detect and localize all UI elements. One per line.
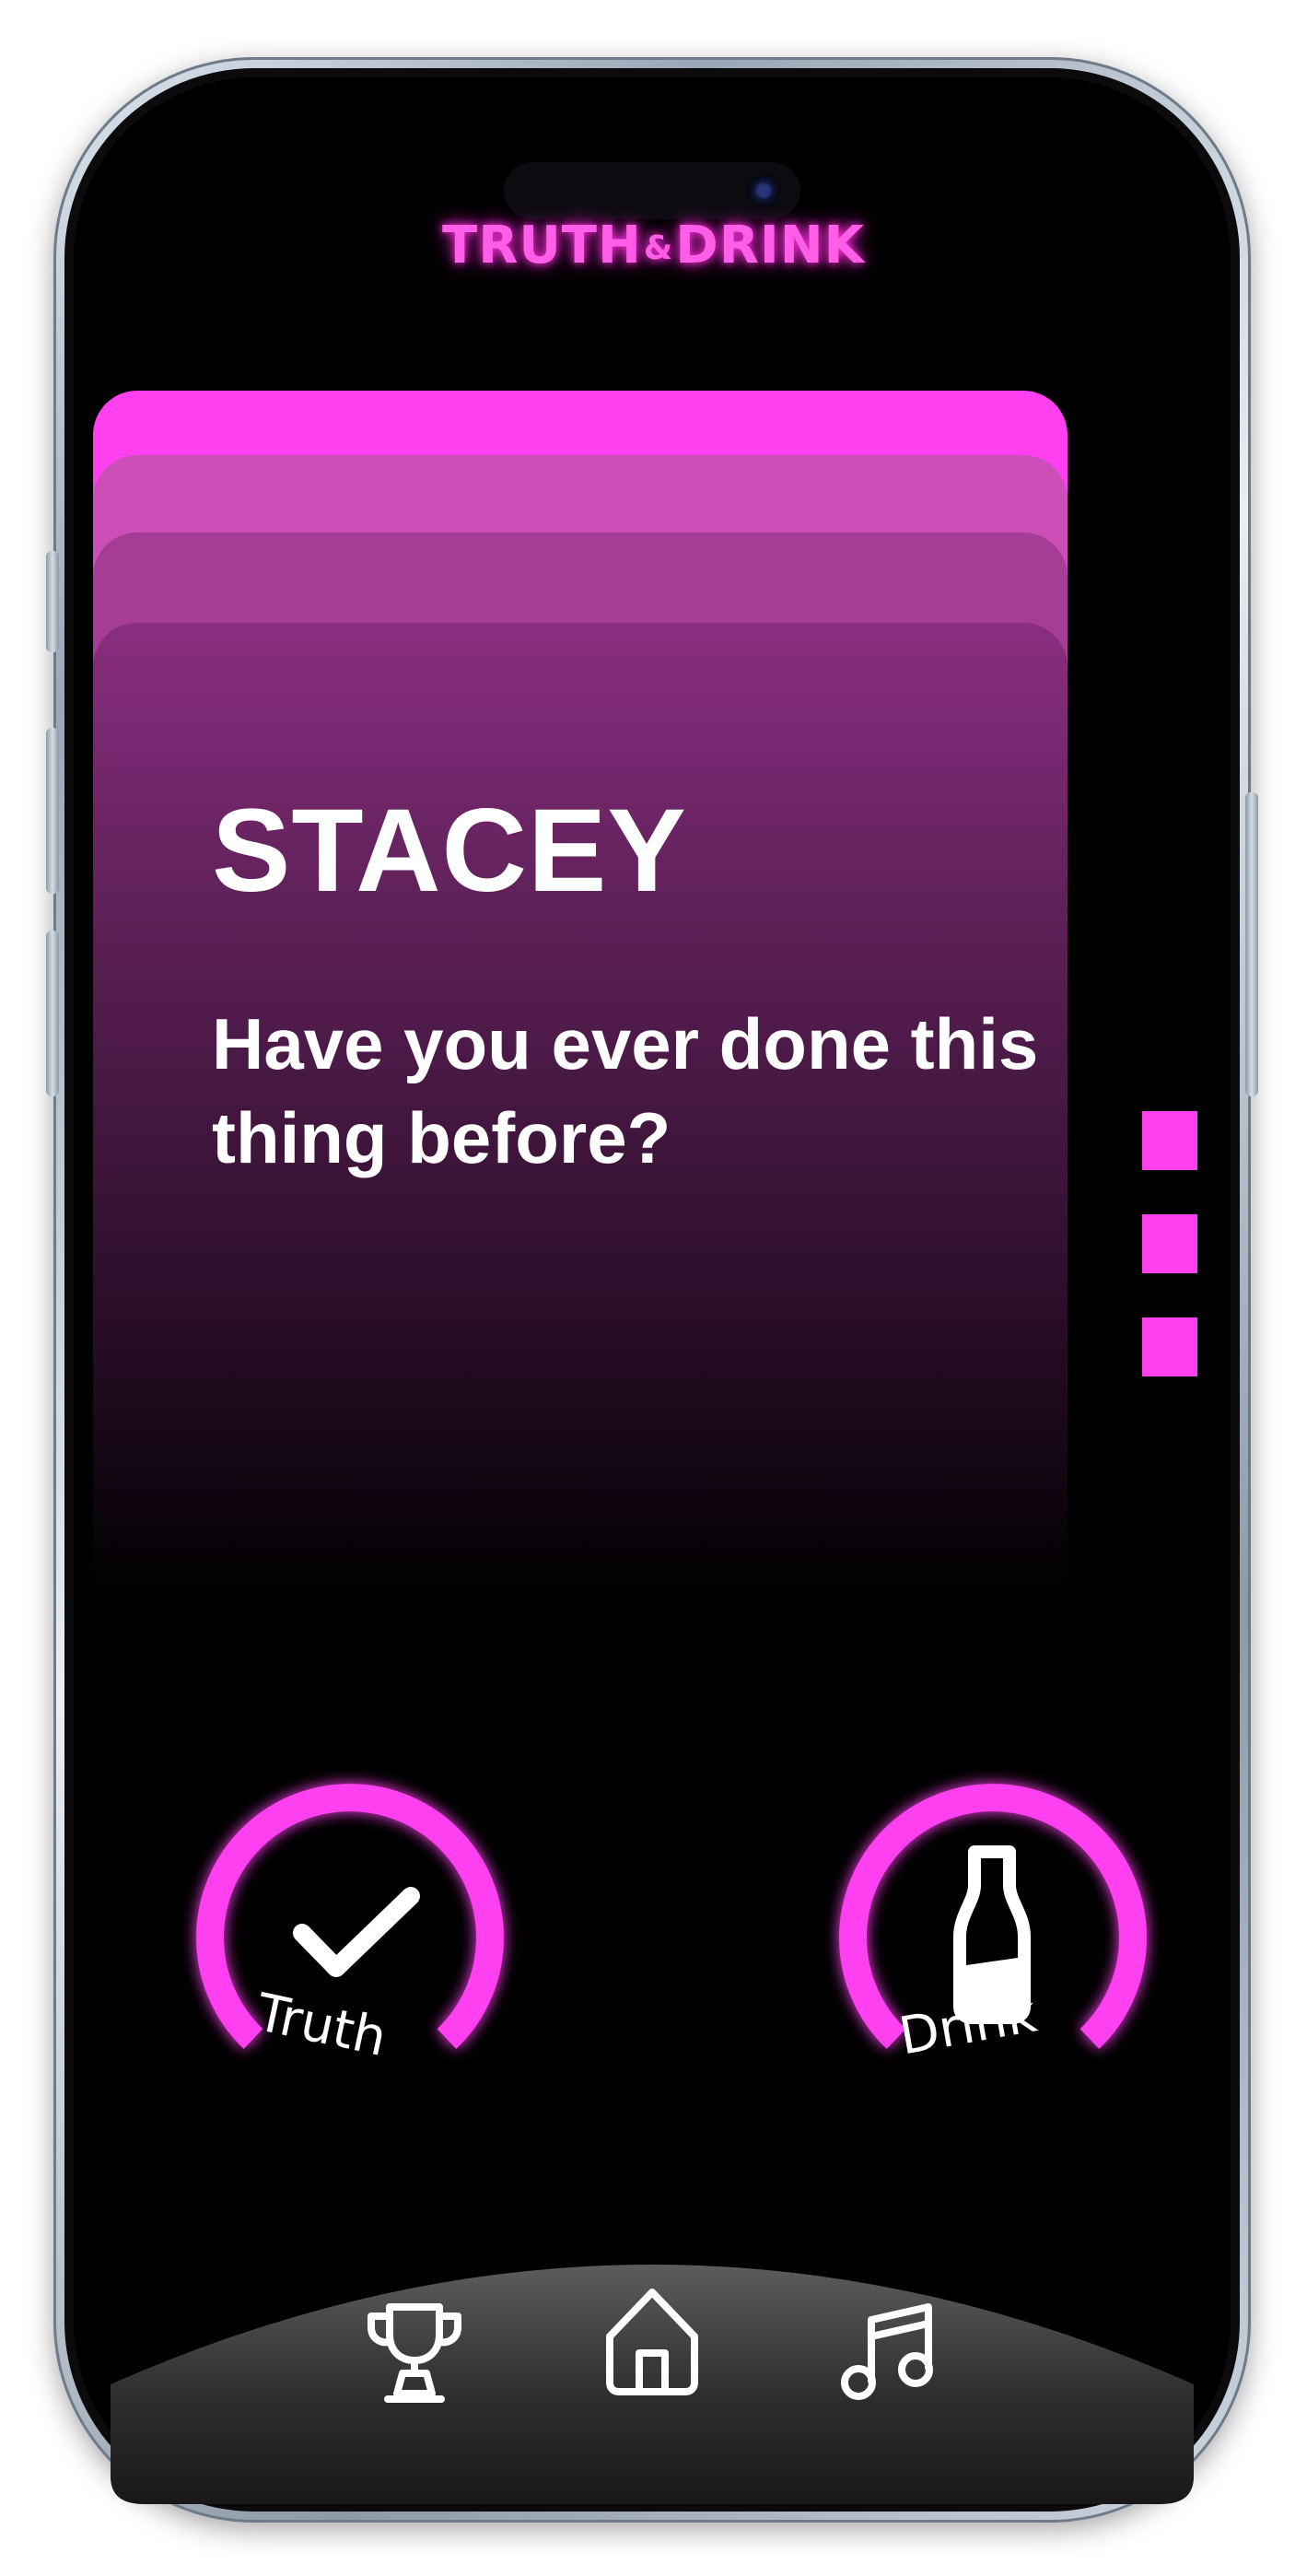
trophy-icon [368, 2303, 461, 2403]
decor-stripe-right [1142, 1317, 1197, 1376]
nav-home[interactable] [601, 2283, 704, 2397]
decor-stripe-right [1142, 1111, 1197, 1170]
volume-up-button [46, 728, 59, 894]
checkmark-icon [293, 1887, 420, 1977]
action-button [46, 551, 59, 652]
player-name: STACEY [212, 785, 687, 917]
logo-word-drink: DRINK [675, 216, 865, 275]
power-button [1245, 792, 1258, 1096]
logo-ampersand: & [643, 229, 674, 268]
logo-word-truth: TRUTH [442, 216, 642, 275]
nav-leaderboard[interactable] [364, 2298, 465, 2408]
camera-icon [746, 173, 781, 208]
question-text: Have you ever done this thing before? [212, 1003, 1039, 1178]
app-logo: TRUTH&DRINK [0, 216, 1307, 275]
music-note-icon [841, 2303, 933, 2400]
truth-button[interactable]: Truth [193, 1776, 507, 2090]
drink-button[interactable]: Drink [836, 1776, 1149, 2090]
decor-stripe-right [1142, 1214, 1197, 1273]
volume-down-button [46, 931, 59, 1096]
home-icon [606, 2289, 698, 2395]
nav-music[interactable] [840, 2300, 936, 2403]
